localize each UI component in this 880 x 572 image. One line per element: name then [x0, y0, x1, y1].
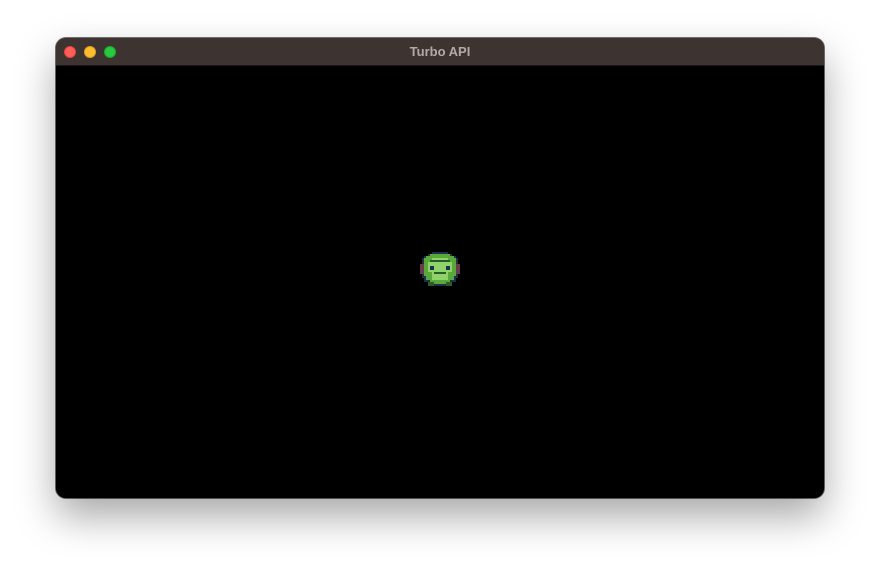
game-canvas[interactable] [56, 66, 824, 498]
title-bar[interactable]: Turbo API [56, 38, 824, 66]
green-creature-sprite [420, 252, 460, 286]
app-window: Turbo API [56, 38, 824, 498]
window-title: Turbo API [409, 44, 471, 59]
